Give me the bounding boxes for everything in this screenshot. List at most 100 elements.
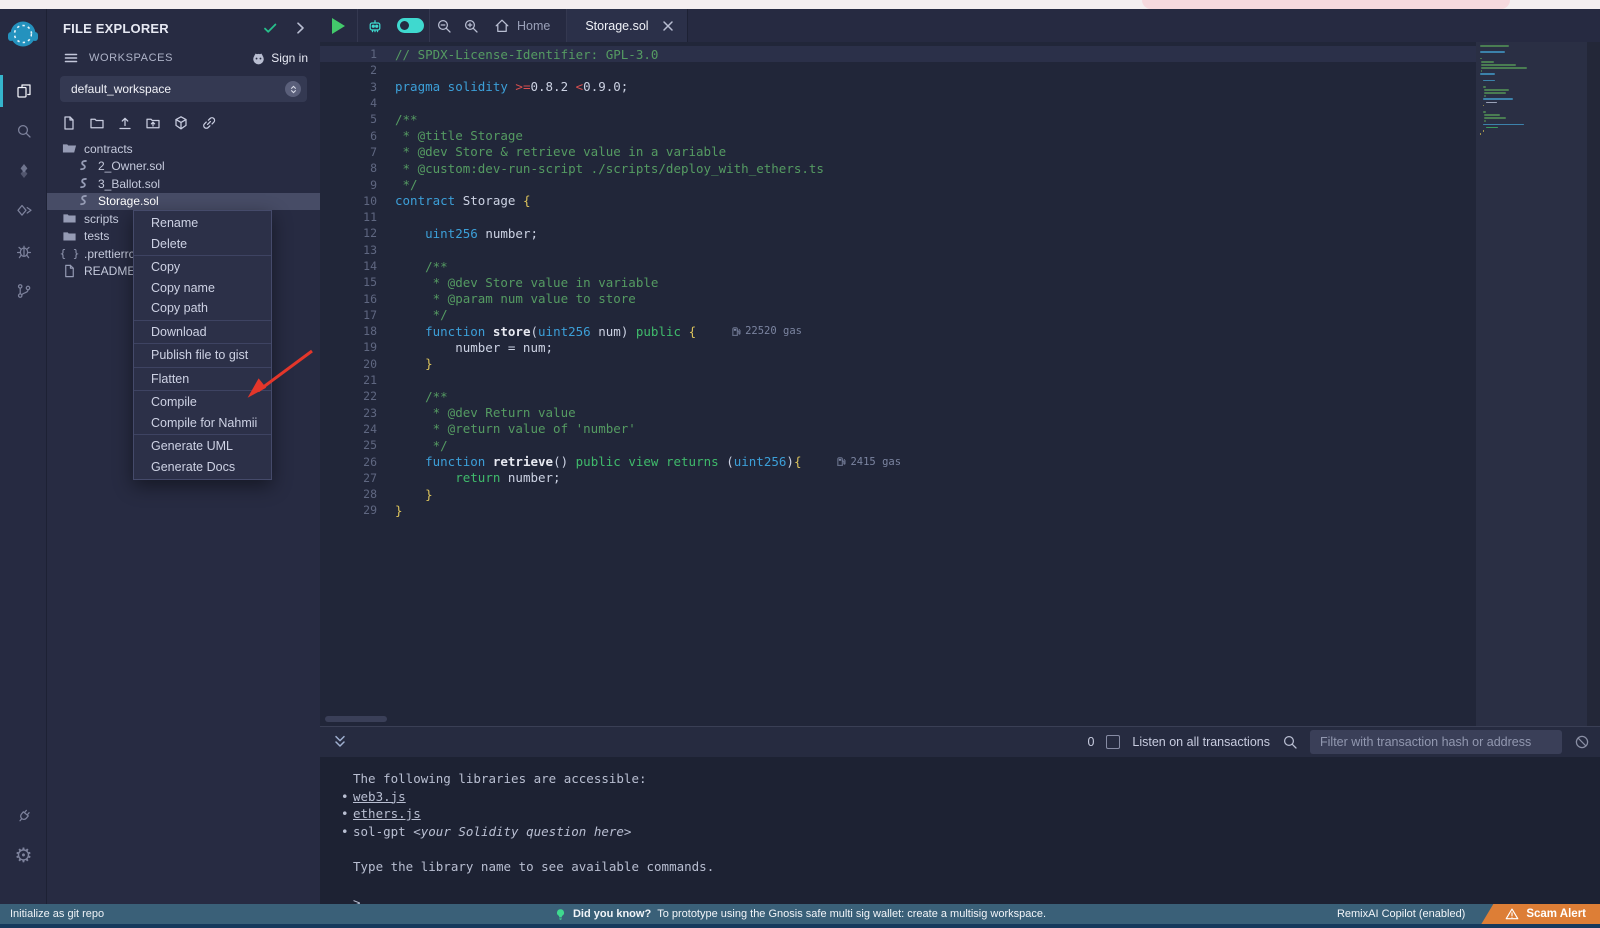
menu-item-copy-name[interactable]: Copy name [134,278,271,299]
menu-item-generate-uml[interactable]: Generate UML [134,436,271,457]
line-number: 13 [320,243,377,257]
menu-item-generate-docs[interactable]: Generate Docs [134,457,271,478]
zoom-out-button[interactable] [430,9,457,42]
menu-item-compile-for-nahmii[interactable]: Compile for Nahmii [134,413,271,434]
code-text: * @title Storage [377,128,523,143]
terminal-output[interactable]: The following libraries are accessible:•… [320,757,1600,904]
menu-item-publish-file-to-gist[interactable]: Publish file to gist [134,345,271,366]
code-line-2: 2 [320,62,1600,78]
plugin-manager-icon[interactable] [0,796,47,836]
workspace-select[interactable]: default_workspace [60,76,307,102]
line-number: 25 [320,438,377,452]
run-script-button[interactable] [320,9,357,42]
editor-scrollbar[interactable] [1587,42,1600,726]
terminal-controls: 0 Listen on all transactions [1087,730,1590,754]
file-explorer-icon[interactable] [0,71,47,111]
menu-divider [134,434,271,435]
code-line-14: 14 /** [320,258,1600,274]
transaction-filter-input[interactable] [1310,730,1562,754]
upload-file-icon[interactable] [117,115,133,131]
init-git-repo-button[interactable]: Initialize as git repo [0,908,104,920]
clear-block-icon[interactable] [1574,734,1590,750]
code-line-28: 28 } [320,486,1600,502]
code-text: } [377,503,403,518]
scam-alert-label: Scam Alert [1526,908,1586,920]
scam-alert-button[interactable]: Scam Alert [1481,904,1600,924]
tab-home[interactable]: Home [484,9,566,42]
search-icon[interactable] [1282,734,1298,750]
editor-toolbar: Home Storage.sol [320,9,1600,42]
code-line-27: 27 return number; [320,470,1600,486]
deploy-run-icon[interactable] [0,191,47,231]
debugger-icon[interactable] [0,231,47,271]
code-line-21: 21 [320,372,1600,388]
code-editor[interactable]: 1// SPDX-License-Identifier: GPL-3.023pr… [320,42,1600,726]
code-text: /** [377,112,418,127]
search-icon[interactable] [0,111,47,151]
sign-in-button[interactable]: Sign in [251,51,308,66]
status-bar: Initialize as git repo Did you know? To … [0,904,1600,924]
remix-logo-icon[interactable] [4,17,42,57]
terminal-line: Type the library name to see available c… [341,858,1600,876]
solidity-file-icon [76,176,91,192]
tree-item-3-ballot-sol[interactable]: 3_Ballot.sol [47,175,320,193]
code-text: */ [377,307,448,322]
line-number: 28 [320,487,377,501]
ipfs-cube-icon[interactable] [173,115,189,131]
chevron-right-icon[interactable] [292,20,308,36]
line-number: 16 [320,292,377,306]
tree-item-2-owner-sol[interactable]: 2_Owner.sol [47,158,320,176]
clone-link-icon[interactable] [201,115,217,131]
tab-storage-sol[interactable]: Storage.sol [567,9,687,42]
settings-icon[interactable]: ⚙ [0,836,47,876]
terminal-line: •sol-gpt <your Solidity question here> [341,823,1600,841]
upload-folder-icon[interactable] [145,115,161,131]
tree-item-storage-sol[interactable]: Storage.sol [47,193,320,211]
line-number: 26 [320,455,377,469]
file-explorer-header: FILE EXPLORER [47,9,320,42]
menu-item-copy-path[interactable]: Copy path [134,298,271,319]
sign-in-label: Sign in [271,51,308,65]
solidity-compiler-icon[interactable] [0,151,47,191]
activity-bar-top [0,71,46,311]
line-number: 27 [320,471,377,485]
menu-item-copy[interactable]: Copy [134,257,271,278]
library-link-ethers-js[interactable]: ethers.js [353,805,421,823]
menu-item-rename[interactable]: Rename [134,213,271,234]
code-text: pragma solidity >=0.8.2 <0.9.0; [377,79,628,94]
menu-item-flatten[interactable]: Flatten [134,369,271,390]
library-link-web3-js[interactable]: web3.js [353,788,406,806]
git-icon[interactable] [0,271,47,311]
code-text: */ [377,177,418,192]
line-number: 8 [320,161,377,175]
collapse-terminal-icon[interactable] [332,734,348,750]
copilot-status[interactable]: RemixAI Copilot (enabled) [1337,908,1465,920]
menu-item-compile[interactable]: Compile [134,392,271,413]
editor-minimap[interactable] [1476,42,1587,726]
new-folder-icon[interactable] [89,115,105,131]
tree-item-contracts[interactable]: contracts [47,140,320,158]
copilot-toggle[interactable] [391,9,429,42]
horizontal-scrollbar[interactable] [325,716,387,722]
listen-checkbox[interactable] [1106,735,1120,749]
ai-copilot-button[interactable] [358,9,391,42]
line-number: 5 [320,112,377,126]
code-line-23: 23 * @dev Return value [320,405,1600,421]
close-tab-icon[interactable] [660,18,676,34]
code-line-9: 9 */ [320,176,1600,192]
hamburger-menu-icon[interactable] [63,50,79,66]
code-text: function retrieve() public view returns … [377,454,801,469]
line-number: 24 [320,422,377,436]
code-text: /** [377,259,448,274]
menu-item-download[interactable]: Download [134,322,271,343]
menu-item-delete[interactable]: Delete [134,234,271,255]
zoom-in-button[interactable] [457,9,484,42]
editor-lines: 1// SPDX-License-Identifier: GPL-3.023pr… [320,46,1600,519]
menu-divider [134,255,271,256]
check-icon[interactable] [262,20,278,36]
line-number: 20 [320,357,377,371]
workspaces-label: WORKSPACES [89,52,251,64]
code-line-7: 7 * @dev Store & retrieve value in a var… [320,144,1600,160]
new-file-icon[interactable] [61,115,77,131]
folder-icon [62,211,77,226]
